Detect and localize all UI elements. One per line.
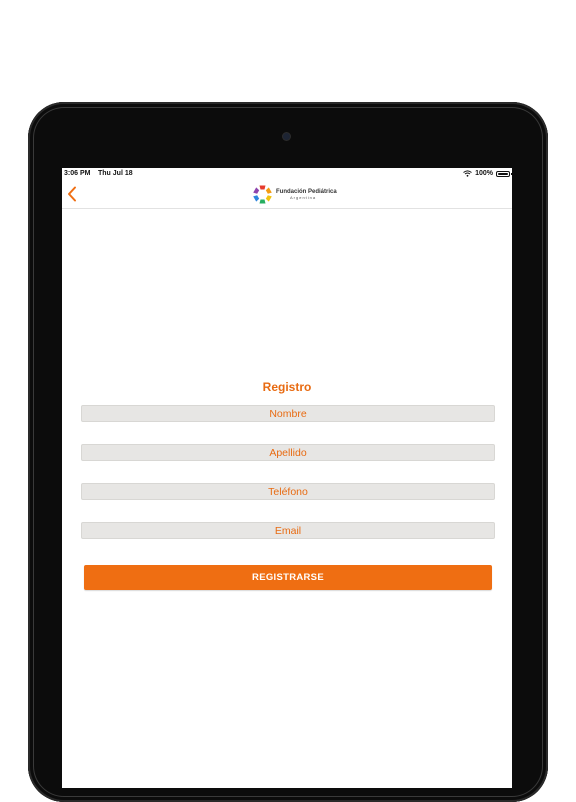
status-bar: 3:06 PM Thu Jul 18 100% <box>62 168 512 179</box>
battery-percent: 100% <box>475 170 493 177</box>
app-screen: 3:06 PM Thu Jul 18 100% Fundación Pediát… <box>62 168 512 788</box>
logo-title: Fundación Pediátrica <box>276 188 337 195</box>
status-date: Thu Jul 18 <box>98 170 133 177</box>
logo-subtitle: Argentina <box>290 194 317 200</box>
wifi-icon <box>463 170 472 177</box>
form-title: Registro <box>262 380 312 394</box>
email-field[interactable] <box>81 522 495 539</box>
back-chevron-icon <box>68 186 76 202</box>
battery-icon <box>496 170 512 177</box>
navigation-bar: Fundación Pediátrica Argentina <box>62 179 512 209</box>
status-indicators: 100% <box>463 168 512 179</box>
apellido-field[interactable] <box>81 444 495 461</box>
foundation-logo-icon <box>253 185 272 203</box>
back-button[interactable] <box>64 184 80 204</box>
telefono-field[interactable] <box>81 483 495 500</box>
foundation-logo: Fundación Pediátrica Argentina <box>252 183 337 205</box>
status-time: 3:06 PM <box>64 170 91 177</box>
register-button[interactable]: REGISTRARSE <box>84 565 492 590</box>
nombre-field[interactable] <box>81 405 495 422</box>
camera-icon <box>283 133 290 140</box>
